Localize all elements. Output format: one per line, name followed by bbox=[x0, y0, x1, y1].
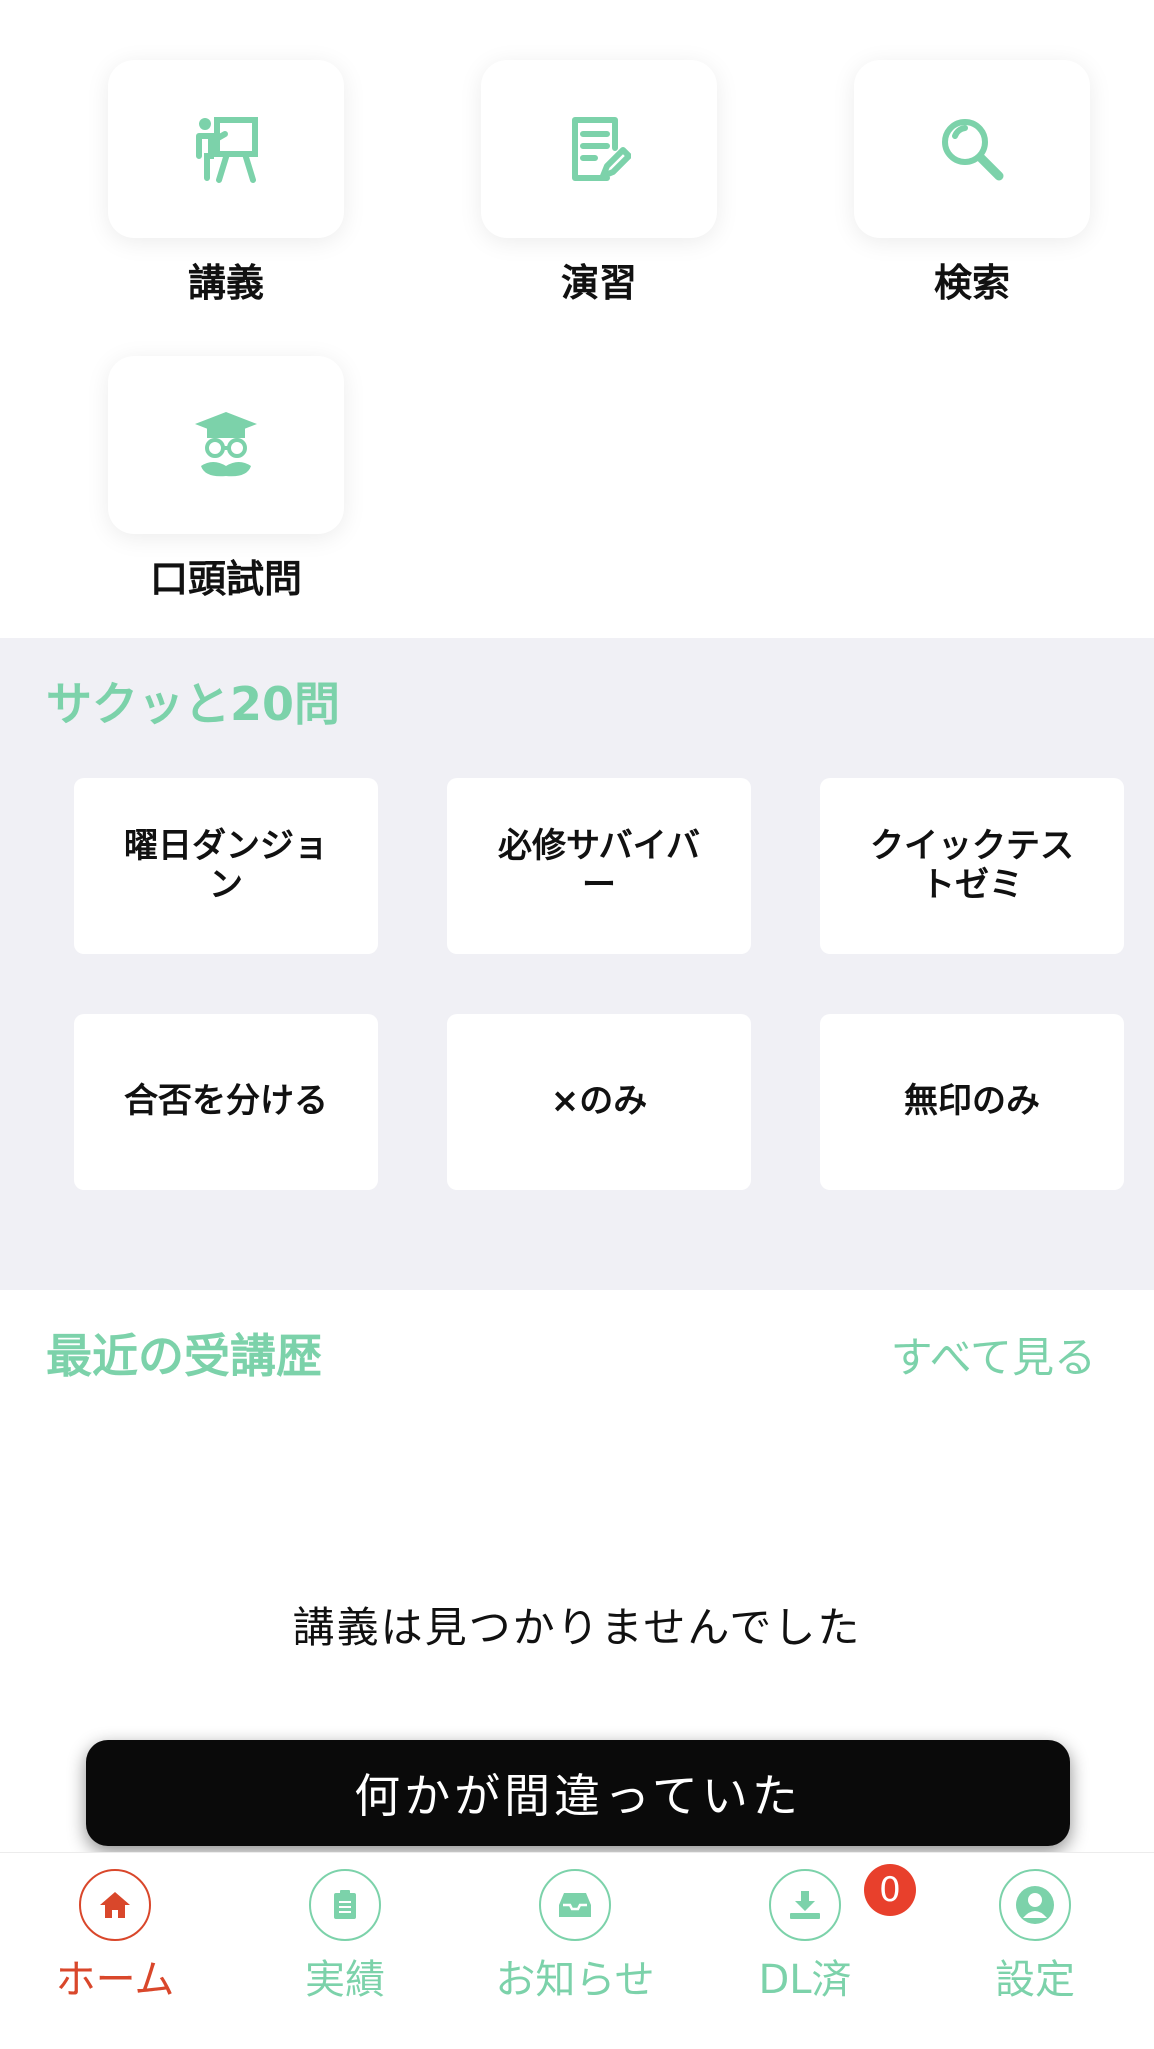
menu-search-button[interactable] bbox=[854, 60, 1090, 238]
inbox-icon bbox=[559, 1893, 591, 1917]
menu-lecture-label: 講義 bbox=[187, 261, 264, 305]
quick-weekday-dungeon-button[interactable]: 曜日ダンジョン bbox=[74, 778, 378, 954]
tab-notifications-label: お知らせ bbox=[495, 1957, 655, 2003]
clipboard-icon bbox=[334, 1890, 356, 1919]
tab-notifications[interactable]: お知らせ bbox=[460, 1869, 690, 2039]
see-all-link[interactable]: すべて見る bbox=[891, 1324, 1096, 1385]
lecture-presenter-icon bbox=[196, 117, 258, 183]
menu-exercise-label: 演習 bbox=[560, 261, 637, 305]
quick-quicktest-seminar-button[interactable]: クイックテストゼミ bbox=[820, 778, 1124, 954]
menu-oral-exam-button[interactable] bbox=[108, 356, 344, 534]
tab-achievements-label: 実績 bbox=[305, 1957, 385, 2003]
quick-section bbox=[0, 638, 1154, 1290]
exercise-edit-icon bbox=[572, 117, 631, 181]
user-icon bbox=[1016, 1886, 1054, 1924]
quick-section-title: サクッと20問 bbox=[46, 677, 341, 731]
empty-state-text: 講義は見つかりませんでした bbox=[292, 1603, 862, 1652]
download-icon bbox=[790, 1891, 820, 1919]
tab-notifications-circle bbox=[539, 1869, 611, 1941]
menu-exercise-button[interactable] bbox=[481, 60, 717, 238]
tab-achievements-circle bbox=[309, 1869, 381, 1941]
tab-settings-circle bbox=[999, 1869, 1071, 1941]
quick-pass-fail-button[interactable]: 合否を分ける bbox=[74, 1014, 378, 1190]
tab-home-label: ホーム bbox=[55, 1957, 175, 2003]
search-icon bbox=[942, 119, 1004, 181]
tab-achievements[interactable]: 実績 bbox=[230, 1869, 460, 2039]
download-count-badge: 0 bbox=[864, 1864, 916, 1916]
tab-home[interactable]: ホーム bbox=[0, 1869, 230, 2039]
tab-settings[interactable]: 設定 bbox=[920, 1869, 1150, 2039]
quick-required-survivor-button[interactable]: 必修サバイバー bbox=[447, 778, 751, 954]
quick-unmarked-only-button[interactable]: 無印のみ bbox=[820, 1014, 1124, 1190]
menu-lecture-button[interactable] bbox=[108, 60, 344, 238]
bottom-tab-bar: ホーム 実績 お知らせ DL済 設定 bbox=[0, 1852, 1154, 2049]
tab-downloaded-label: DL済 bbox=[758, 1957, 852, 2003]
tab-home-circle bbox=[79, 1869, 151, 1941]
menu-oral-exam-label: 口頭試問 bbox=[149, 557, 302, 601]
quick-wrong-only-button[interactable]: ×のみ bbox=[447, 1014, 751, 1190]
tab-settings-label: 設定 bbox=[995, 1957, 1075, 2003]
recent-section-title: 最近の受講歴 bbox=[46, 1329, 322, 1383]
home-icon bbox=[100, 1892, 130, 1918]
tab-downloaded-circle bbox=[769, 1869, 841, 1941]
professor-graduate-icon bbox=[195, 412, 257, 477]
menu-search-label: 検索 bbox=[933, 261, 1010, 305]
error-toast: 何かが間違っていた bbox=[86, 1740, 1070, 1846]
